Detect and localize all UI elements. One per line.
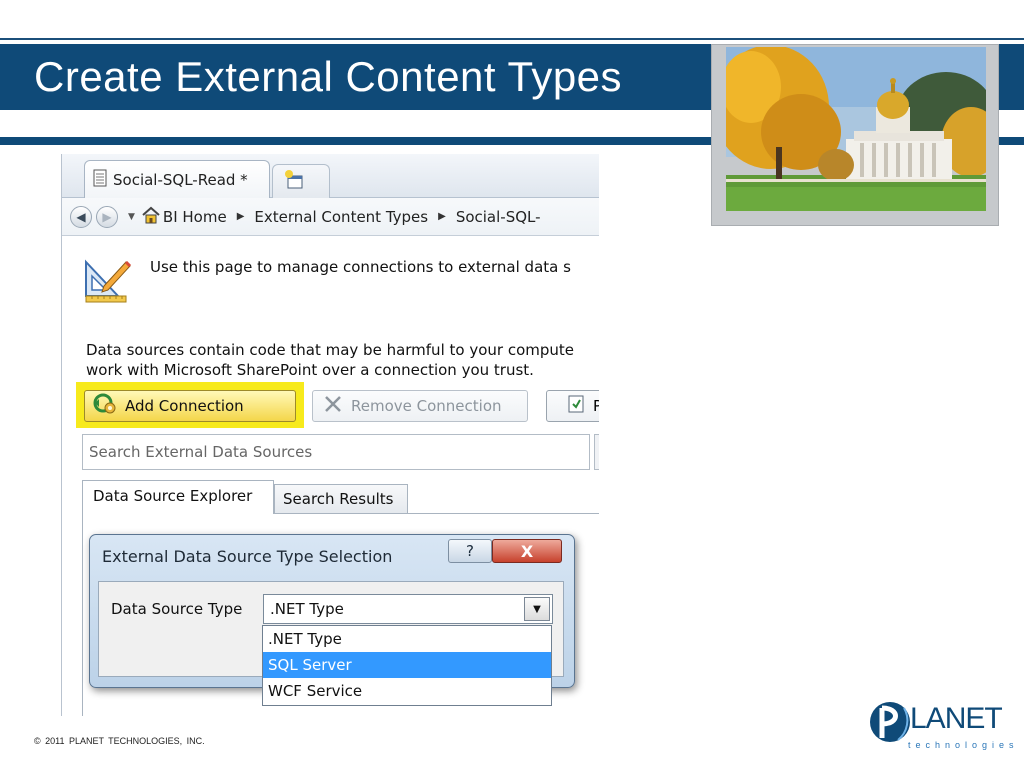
help-button[interactable]: ? [448,539,492,563]
dialog-title: External Data Source Type Selection [102,547,393,566]
tab-data-source-explorer[interactable]: Data Source Explorer [82,480,274,514]
home-icon [141,206,161,228]
data-source-type-options: .NET Type SQL Server WCF Service [262,625,552,706]
remove-x-icon [323,394,343,418]
properties-button[interactable]: P [546,390,599,422]
option-sql-server[interactable]: SQL Server [263,652,551,678]
tab-search-results[interactable]: Search Results [274,484,408,514]
add-connection-icon [93,393,117,419]
option-wcf-service[interactable]: WCF Service [263,678,551,704]
close-icon: X [520,541,534,561]
warning-line-1: Data sources contain code that may be ha… [86,341,574,359]
title-bar-right [998,44,1024,110]
planet-technologies-logo: LANET technologies [866,696,1016,756]
intro-text: Use this page to manage connections to e… [150,258,571,276]
security-warning: Data sources contain code that may be ha… [86,340,574,380]
warning-line-2: work with Microsoft SharePoint over a co… [86,361,534,379]
slide-title: Create External Content Types [34,53,623,100]
breadcrumb-social-sql[interactable]: Social-SQL- [456,208,541,226]
logo-tagline: technologies [908,740,1019,750]
navigation-bar: ◀ ▶ ▼ BI Home ▶ External Content Types ▶… [62,198,599,236]
help-icon: ? [466,542,474,560]
breadcrumb-external-content-types[interactable]: External Content Types [254,208,428,226]
breadcrumb-home[interactable]: BI Home [163,208,227,226]
properties-icon [567,394,585,418]
top-rule [0,38,1024,40]
add-connection-button[interactable]: Add Connection [84,390,296,422]
design-tools-icon [82,256,132,306]
document-tabstrip: Social-SQL-Read * [62,154,599,198]
capitol-photo [726,47,986,211]
data-source-type-label: Data Source Type [111,600,243,618]
new-tab-button[interactable] [272,164,330,198]
breadcrumb-separator-icon: ▶ [236,211,245,222]
add-connection-label: Add Connection [125,397,244,415]
remove-connection-button[interactable]: Remove Connection [312,390,528,422]
search-input[interactable]: Search External Data Sources [82,434,590,470]
close-button[interactable]: X [492,539,562,563]
combobox-value: .NET Type [270,600,344,618]
forward-button[interactable]: ▶ [96,205,118,228]
planet-globe-icon [870,702,910,742]
back-button[interactable]: ◀ [70,205,92,228]
photo-frame [711,44,999,226]
new-tab-icon [283,169,305,195]
properties-label: P [593,397,599,415]
option-net-type[interactable]: .NET Type [263,626,551,652]
search-button[interactable] [594,434,599,470]
data-source-type-combobox[interactable]: .NET Type ▼ [263,594,553,624]
tab-label: Social-SQL-Read * [113,170,248,189]
remove-connection-label: Remove Connection [351,397,502,415]
tab-social-sql-read[interactable]: Social-SQL-Read * [84,160,270,198]
logo-wordmark: LANET [910,702,1003,735]
document-icon [93,169,107,191]
breadcrumb-separator-icon: ▶ [438,211,446,222]
history-dropdown-icon[interactable]: ▼ [128,212,135,222]
copyright-notice: © 2011 PLANET TECHNOLOGIES, INC. [34,736,205,746]
chevron-down-icon[interactable]: ▼ [524,597,550,621]
